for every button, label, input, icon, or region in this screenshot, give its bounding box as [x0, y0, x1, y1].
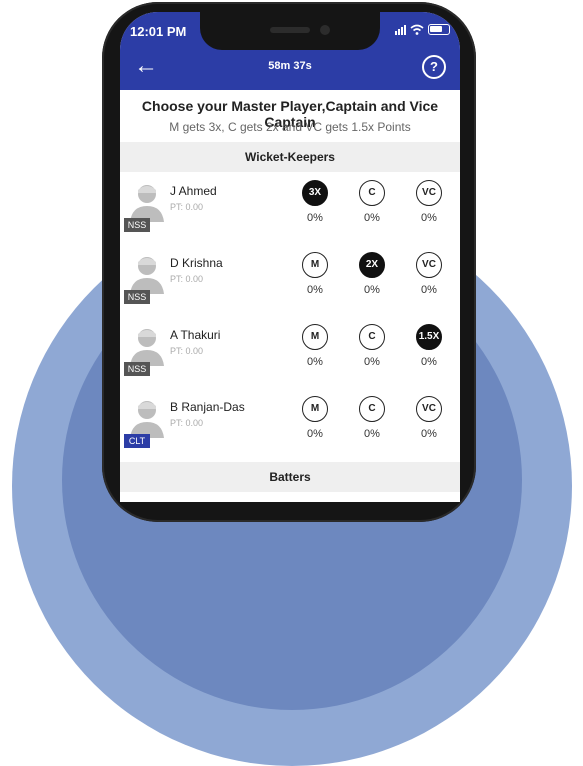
vice-captain-toggle-button[interactable]: VC: [416, 396, 442, 422]
player-points: PT: 0.00: [170, 274, 204, 284]
selection-percentage: 0%: [307, 284, 323, 296]
master-toggle-button[interactable]: 3X: [302, 180, 328, 206]
section-header-batters: Batters: [120, 462, 460, 492]
countdown-timer: 58m 37s: [268, 60, 312, 72]
selection-percentage: 0%: [307, 428, 323, 440]
player-avatar-icon: [130, 185, 164, 222]
player-avatar-icon: [130, 329, 164, 366]
speaker-grille: [270, 27, 310, 33]
selection-percentage: 0%: [307, 356, 323, 368]
selection-percentage: 0%: [421, 356, 437, 368]
status-time: 12:01 PM: [130, 24, 187, 39]
player-avatar-icon: [130, 401, 164, 438]
wifi-icon: [410, 24, 424, 35]
master-toggle-button[interactable]: M: [302, 324, 328, 350]
question-mark-icon[interactable]: ?: [422, 55, 446, 79]
captain-toggle-button[interactable]: C: [359, 396, 385, 422]
player-row: CLT B Ranjan-Das PT: 0.00 M 0% C 0% VC 0%: [120, 388, 460, 460]
vice-captain-toggle-button[interactable]: VC: [416, 180, 442, 206]
selection-percentage: 0%: [364, 356, 380, 368]
phone-frame: 12:01 PM ← 58m 37s ? Choose your Master …: [102, 2, 476, 522]
selection-percentage: 0%: [364, 284, 380, 296]
selection-percentage: 0%: [364, 428, 380, 440]
captain-toggle-button[interactable]: C: [359, 180, 385, 206]
team-badge: NSS: [124, 362, 150, 376]
selection-percentage: 0%: [421, 284, 437, 296]
player-points: PT: 0.00: [170, 202, 204, 212]
signal-icon: [395, 24, 406, 35]
team-badge: CLT: [124, 434, 150, 448]
selection-percentage: 0%: [307, 212, 323, 224]
selection-percentage: 0%: [421, 212, 437, 224]
player-name: B Ranjan-Das: [170, 400, 245, 414]
instructions-subtitle: M gets 3x, C gets 2x and VC gets 1.5x Po…: [169, 120, 411, 134]
status-icons: [395, 24, 450, 35]
player-name: J Ahmed: [170, 184, 217, 198]
player-row: NSS D Krishna PT: 0.00 M 0% 2X 0% VC 0%: [120, 244, 460, 316]
captain-toggle-button[interactable]: C: [359, 324, 385, 350]
selection-percentage: 0%: [364, 212, 380, 224]
player-row: NSS A Thakuri PT: 0.00 M 0% C 0% 1.5X 0%: [120, 316, 460, 388]
captain-toggle-button[interactable]: 2X: [359, 252, 385, 278]
team-badge: NSS: [124, 290, 150, 304]
app-header: 12:01 PM ← 58m 37s ?: [120, 12, 460, 90]
selection-percentage: 0%: [421, 428, 437, 440]
player-row: NSS J Ahmed PT: 0.00 3X 0% C 0% VC 0%: [120, 172, 460, 244]
player-points: PT: 0.00: [170, 418, 204, 428]
player-avatar-icon: [130, 257, 164, 294]
team-badge: NSS: [124, 218, 150, 232]
phone-screen: 12:01 PM ← 58m 37s ? Choose your Master …: [120, 12, 460, 502]
player-name: A Thakuri: [170, 328, 221, 342]
vice-captain-toggle-button[interactable]: VC: [416, 252, 442, 278]
master-toggle-button[interactable]: M: [302, 396, 328, 422]
front-camera: [320, 25, 330, 35]
section-header-wicket-keepers: Wicket-Keepers: [120, 142, 460, 172]
vice-captain-toggle-button[interactable]: 1.5X: [416, 324, 442, 350]
player-name: D Krishna: [170, 256, 223, 270]
battery-icon: [428, 24, 450, 35]
phone-notch: [200, 12, 380, 50]
master-toggle-button[interactable]: M: [302, 252, 328, 278]
player-points: PT: 0.00: [170, 346, 204, 356]
